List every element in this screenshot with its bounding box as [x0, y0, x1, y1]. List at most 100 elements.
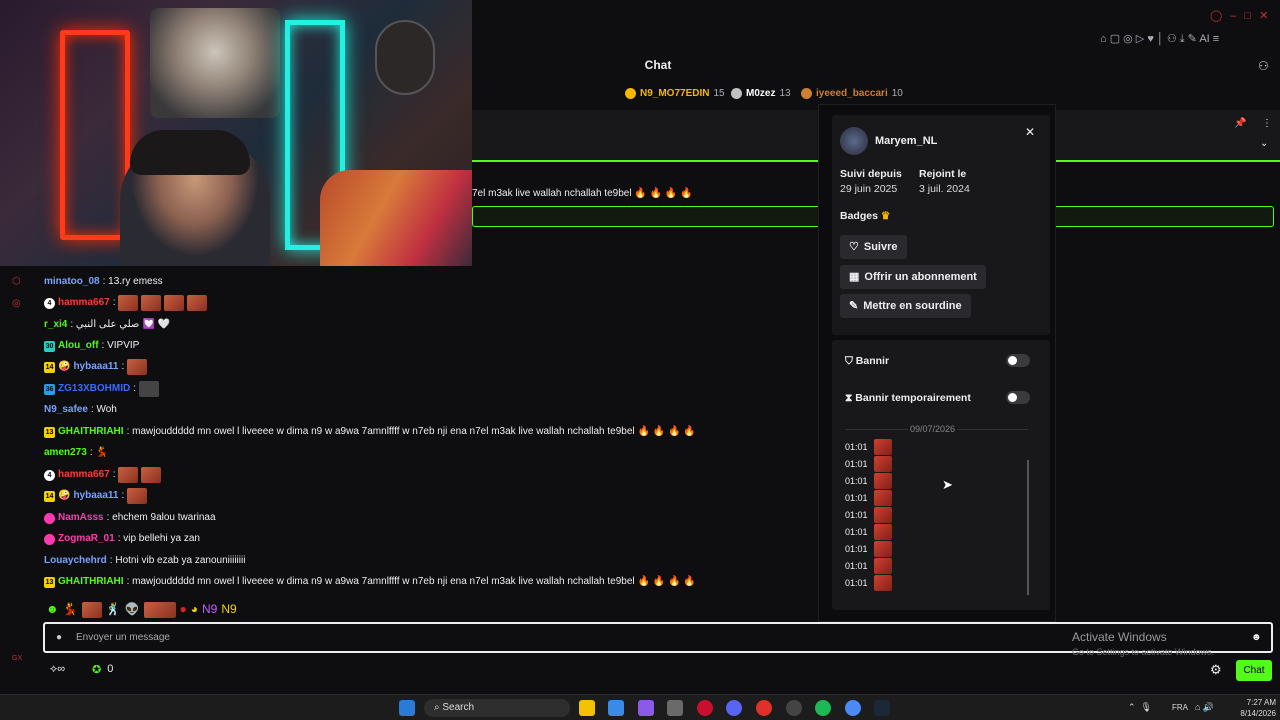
emoji-icon[interactable]: ☻ — [1251, 632, 1262, 643]
window-controls[interactable]: ◯–□✕ — [1210, 9, 1276, 22]
chat-message[interactable]: 30 Alou_off: VIPVIP — [44, 338, 139, 354]
avatar — [840, 127, 868, 155]
steam-icon[interactable] — [874, 700, 890, 716]
emote[interactable]: 🕺 — [106, 602, 121, 618]
chat-text: : VIPVIP — [101, 340, 140, 351]
follow-button[interactable]: ♡ Suivre — [840, 235, 907, 259]
emote — [873, 456, 892, 472]
emote[interactable] — [143, 602, 176, 618]
chat-message[interactable]: minatoo_08: 13.ry emess — [44, 274, 163, 290]
opera-gx-icon[interactable] — [697, 700, 713, 716]
emote[interactable]: N9 — [202, 602, 217, 618]
mod-icon[interactable]: ⬡ — [12, 276, 21, 287]
chat-message[interactable]: N9_safee: Woh — [44, 402, 117, 418]
leaderboard-item[interactable]: iyeeed_baccari 10 — [801, 88, 903, 99]
chat-message[interactable]: r_xi4: صلي على النبي 💟 🤍 — [44, 317, 170, 333]
app-icon[interactable] — [756, 700, 772, 716]
system-tray-icons[interactable]: ⌂ 🔊 — [1195, 702, 1214, 713]
chat-message[interactable]: 14 🤪 hybaaa11: — [44, 359, 148, 375]
leaderboard-item[interactable]: N9_MO77EDIN 15 — [625, 88, 725, 99]
chat-message[interactable]: amen273: 💃 — [44, 445, 108, 461]
app-icon[interactable] — [786, 700, 802, 716]
leader-name: N9_MO77EDIN — [640, 88, 710, 99]
emote — [873, 473, 892, 489]
message-input[interactable]: Envoyer un message — [76, 632, 170, 643]
emote[interactable]: 👽 — [125, 602, 140, 618]
gear-icon[interactable]: ⚙ — [1210, 662, 1222, 678]
log-time: 01:01 — [845, 459, 868, 469]
chat-message[interactable]: 13 GHAITHRIAHI: mawjouddddd mn owel l li… — [44, 424, 696, 440]
chat-username[interactable]: Alou_off — [58, 338, 99, 354]
chat-username[interactable]: ZG13XBOHMID — [58, 381, 130, 397]
emote[interactable] — [81, 602, 102, 618]
pin-icon[interactable]: 📌 — [1234, 118, 1246, 129]
chat-message[interactable]: 4 hamma667: — [44, 295, 208, 311]
close-icon[interactable]: ✕ — [1025, 125, 1035, 139]
copilot-icon[interactable] — [638, 700, 654, 716]
emote[interactable]: ● — [180, 602, 187, 618]
chat-username[interactable]: GHAITHRIAHI — [58, 574, 124, 590]
chat-message[interactable]: 36 ZG13XBOHMID: — [44, 381, 160, 397]
discord-icon[interactable] — [726, 700, 742, 716]
leaderboard-item[interactable]: M0zez 13 — [731, 88, 791, 99]
mute-button[interactable]: ✎ Mettre en sourdine — [840, 294, 971, 318]
timeout-toggle[interactable] — [1006, 391, 1030, 404]
store-icon[interactable] — [608, 700, 624, 716]
chat-message[interactable]: Louaychehrd: Hotni vib ezab ya zanouniii… — [44, 553, 245, 569]
chat-username[interactable]: GHAITHRIAHI — [58, 424, 124, 440]
emote[interactable]: ☻ — [46, 602, 59, 618]
emote[interactable]: ◕ — [191, 602, 198, 618]
chat-username[interactable]: hybaaa11 — [73, 488, 118, 504]
popup-username[interactable]: Maryem_NL — [875, 135, 937, 147]
mute-icon: ✎ — [849, 300, 859, 312]
emote — [873, 524, 892, 540]
clock-time[interactable]: 7:27 AM — [1236, 698, 1276, 707]
clock-date[interactable]: 8/14/2026 — [1236, 709, 1276, 718]
chat-username[interactable]: N9_safee — [44, 402, 88, 418]
log-entry: 01:01 — [845, 507, 892, 523]
calculator-icon[interactable] — [667, 700, 683, 716]
taskbar-search[interactable]: ⌕ Search — [424, 699, 570, 717]
user-manage-icon[interactable]: ⚇ — [1258, 59, 1269, 73]
chat-message[interactable]: 13 GHAITHRIAHI: mawjouddddd mn owel l li… — [44, 574, 696, 590]
ban-toggle[interactable] — [1006, 354, 1030, 367]
chat-username[interactable]: r_xi4 — [44, 317, 67, 333]
chat-send-button[interactable]: Chat — [1236, 660, 1272, 681]
spotify-icon[interactable] — [815, 700, 831, 716]
language-indicator[interactable]: FRA — [1172, 703, 1188, 712]
emote[interactable]: 💃 — [63, 602, 78, 618]
chat-message[interactable]: ZogmaR_01: vip bellehi ya zan — [44, 531, 200, 547]
joined-label: Rejoint le — [919, 168, 967, 180]
chat-username[interactable]: ZogmaR_01 — [58, 531, 115, 547]
chat-username[interactable]: minatoo_08 — [44, 274, 100, 290]
toolbar-icons[interactable]: ⌂ ▢ ◎ ▷ ♥ │ ⚇ ⤓ ✎ AI ≡ — [1100, 32, 1219, 46]
chat-username[interactable]: amen273 — [44, 445, 87, 461]
chat-username[interactable]: hybaaa11 — [73, 359, 118, 375]
log-scrollbar[interactable] — [1027, 460, 1029, 595]
chat-username[interactable]: hamma667 — [58, 295, 110, 311]
emote-quickbar[interactable]: ☻ 💃 🕺 👽 ● ◕ N9 N9 — [46, 602, 237, 618]
gift-sub-button[interactable]: ▦ Offrir un abonnement — [840, 265, 986, 289]
emote[interactable]: N9 — [221, 602, 236, 618]
more-icon[interactable]: ⋮ — [1262, 118, 1272, 129]
chat-text: : — [112, 469, 116, 480]
chat-text: : mawjouddddd mn owel l liveeee w dima n… — [126, 576, 635, 587]
chat-message[interactable]: 4 hamma667: — [44, 467, 162, 483]
chat-username[interactable]: Louaychehrd — [44, 553, 107, 569]
chat-message[interactable]: 14 🤪 hybaaa11: — [44, 488, 148, 504]
gift-label: Offrir un abonnement — [864, 271, 977, 283]
windows-start-icon[interactable] — [399, 700, 415, 716]
chrome-icon[interactable] — [845, 700, 861, 716]
webcam-video — [0, 0, 472, 266]
chat-username[interactable]: hamma667 — [58, 467, 110, 483]
joined-date: 3 juil. 2024 — [919, 183, 970, 195]
chevron-down-icon[interactable]: ⌄ — [1260, 138, 1268, 149]
tray-icons[interactable]: ⌃ 🎙 — [1128, 702, 1152, 713]
chat-username[interactable]: NamAsss — [58, 510, 104, 526]
chat-message[interactable]: NamAsss: ehchem 9alou twarinaa — [44, 510, 216, 526]
points-icon[interactable]: ⟡∞ — [50, 663, 65, 676]
settings-rail-icon[interactable]: ◎ — [12, 298, 21, 309]
ban-row: ⛉ Bannir — [845, 355, 889, 368]
log-time: 01:01 — [845, 442, 868, 452]
file-explorer-icon[interactable] — [579, 700, 595, 716]
